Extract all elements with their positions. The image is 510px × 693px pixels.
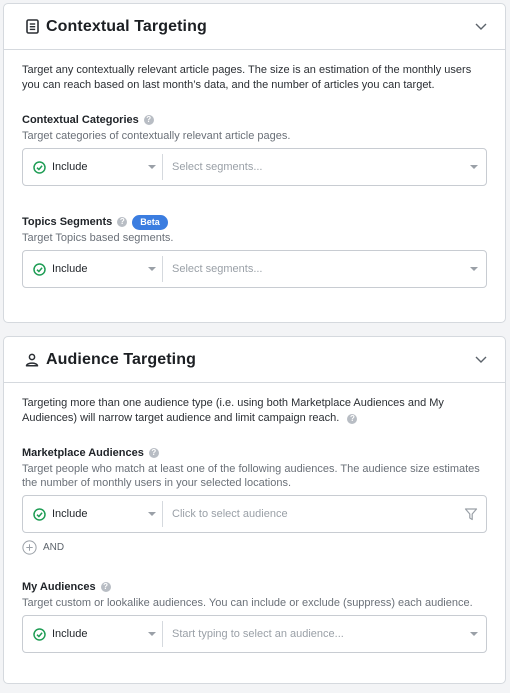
check-circle-icon — [33, 627, 46, 641]
include-mode-label: Include — [52, 508, 88, 520]
and-label: AND — [43, 541, 65, 553]
help-icon[interactable]: ? — [117, 217, 128, 227]
include-mode-dropdown[interactable]: Include — [23, 496, 162, 532]
my-audiences-field: My Audiences ? Target custom or lookalik… — [22, 579, 487, 653]
help-icon[interactable]: ? — [143, 115, 154, 125]
user-icon — [25, 352, 39, 368]
caret-down-icon — [148, 632, 156, 636]
field-description: Target Topics based segments. — [22, 232, 174, 244]
card-title: Contextual Targeting — [46, 17, 207, 35]
beta-badge: Beta — [132, 214, 168, 230]
my-audiences-selector: Include Start typing to select an audien… — [22, 615, 487, 653]
caret-down-icon[interactable] — [470, 165, 478, 169]
field-label: My Audiences — [22, 581, 96, 593]
audience-search-input[interactable]: Start typing to select an audience... — [163, 616, 486, 652]
contextual-categories-field: Contextual Categories ? Target categorie… — [22, 112, 487, 186]
document-icon — [25, 19, 39, 35]
caret-down-icon[interactable] — [470, 267, 478, 271]
help-icon[interactable]: ? — [347, 414, 358, 424]
audience-targeting-card: Audience Targeting Targeting more than o… — [3, 336, 506, 684]
topics-segments-field: Topics Segments ? Beta Target Topics bas… — [22, 214, 487, 288]
contextual-categories-selector: Include Select segments... — [22, 148, 487, 186]
chevron-down-icon[interactable] — [473, 18, 489, 34]
caret-down-icon — [148, 512, 156, 516]
audience-select-input[interactable]: Click to select audience — [163, 496, 486, 532]
topics-segments-selector: Include Select segments... — [22, 250, 487, 288]
plus-circle-icon — [22, 539, 37, 555]
include-mode-label: Include — [52, 628, 88, 640]
check-circle-icon — [33, 507, 46, 521]
field-description: Target custom or lookalike audiences. Yo… — [22, 597, 473, 609]
add-and-button[interactable]: AND — [22, 538, 82, 556]
field-description: Target people who match at least one of … — [22, 463, 480, 489]
check-circle-icon — [33, 262, 46, 276]
marketplace-audiences-field: Marketplace Audiences ? Target people wh… — [22, 445, 487, 556]
check-circle-icon — [33, 160, 46, 174]
include-mode-label: Include — [52, 161, 88, 173]
audience-intro-text: Targeting more than one audience type (i… — [22, 396, 487, 426]
filter-icon[interactable] — [464, 507, 478, 521]
field-description: Target categories of contextually releva… — [22, 130, 291, 142]
card-title: Audience Targeting — [46, 350, 196, 368]
audience-intro-label: Targeting more than one audience type (i… — [22, 397, 444, 424]
include-mode-dropdown[interactable]: Include — [23, 616, 162, 652]
field-label: Marketplace Audiences — [22, 447, 144, 459]
chevron-down-icon[interactable] — [473, 351, 489, 367]
caret-down-icon — [148, 165, 156, 169]
field-label: Topics Segments — [22, 216, 113, 228]
marketplace-audiences-selector: Include Click to select audience — [22, 495, 487, 533]
segments-select-input[interactable]: Select segments... — [163, 149, 486, 185]
include-mode-label: Include — [52, 263, 88, 275]
include-mode-dropdown[interactable]: Include — [23, 149, 162, 185]
placeholder-text: Select segments... — [172, 161, 263, 173]
help-icon[interactable]: ? — [148, 448, 159, 458]
placeholder-text: Select segments... — [172, 263, 263, 275]
help-icon[interactable]: ? — [100, 582, 111, 592]
caret-down-icon — [148, 267, 156, 271]
contextual-targeting-header[interactable]: Contextual Targeting — [4, 4, 505, 50]
caret-down-icon[interactable] — [470, 632, 478, 636]
segments-select-input[interactable]: Select segments... — [163, 251, 486, 287]
contextual-targeting-card: Contextual Targeting Target any contextu… — [3, 3, 506, 323]
contextual-intro-text: Target any contextually relevant article… — [22, 64, 472, 91]
placeholder-text: Start typing to select an audience... — [172, 628, 344, 640]
placeholder-text: Click to select audience — [172, 508, 288, 520]
field-label: Contextual Categories — [22, 114, 139, 126]
audience-targeting-header[interactable]: Audience Targeting — [4, 337, 505, 383]
include-mode-dropdown[interactable]: Include — [23, 251, 162, 287]
